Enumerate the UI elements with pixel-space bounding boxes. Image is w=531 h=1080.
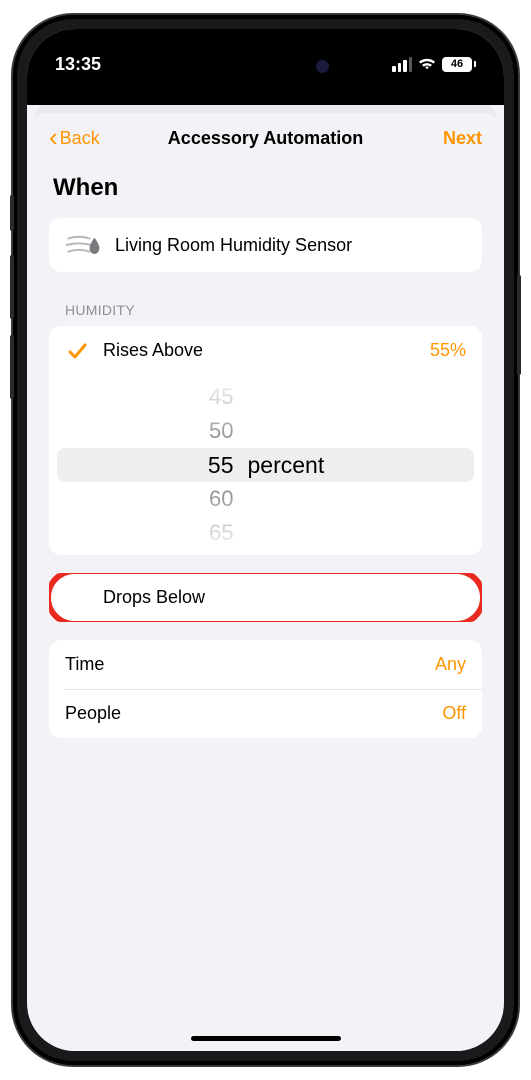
breadcrumb-label: Search xyxy=(54,1049,92,1051)
battery-level: 46 xyxy=(451,58,463,70)
humidity-picker[interactable]: 40455055606570 . . . percent . . . xyxy=(49,375,482,555)
sensor-row[interactable]: Living Room Humidity Sensor xyxy=(49,218,482,272)
status-indicators: 46 xyxy=(392,57,476,72)
chevron-left-icon: ◀︎ xyxy=(43,1049,52,1051)
wifi-icon xyxy=(418,57,436,71)
sensor-name: Living Room Humidity Sensor xyxy=(115,235,352,256)
picker-number-column[interactable]: 40455055606570 xyxy=(174,375,234,555)
next-button[interactable]: Next xyxy=(443,128,482,149)
content: When Living Room Humidity Sensor HUMIDIT… xyxy=(31,160,500,1051)
back-button[interactable]: ‹ Back xyxy=(49,127,100,150)
picker-value[interactable]: 60 xyxy=(174,482,234,516)
humidity-icon xyxy=(65,232,101,258)
time-row[interactable]: Time Any xyxy=(49,640,482,689)
side-button xyxy=(10,195,14,231)
drops-below-row[interactable]: Drops Below xyxy=(49,573,482,622)
drops-below-card: Drops Below xyxy=(49,573,482,622)
status-sub: ◀︎ Search xyxy=(27,89,504,105)
battery-indicator: 46 xyxy=(442,57,476,72)
breadcrumb-back[interactable]: ◀︎ Search xyxy=(43,1049,92,1051)
picker-value[interactable]: 70 xyxy=(174,550,234,555)
nav-bar: ‹ Back Accessory Automation Next xyxy=(31,113,500,160)
nav-title: Accessory Automation xyxy=(168,128,363,149)
checkmark-icon xyxy=(65,341,89,361)
side-button xyxy=(10,335,14,399)
picker-value[interactable]: 65 xyxy=(174,516,234,550)
screen: 13:35 46 ◀︎ Search xyxy=(27,29,504,1051)
camera-dot xyxy=(316,60,329,73)
rises-above-label: Rises Above xyxy=(103,340,203,361)
cellular-icon xyxy=(392,57,412,72)
home-indicator[interactable] xyxy=(191,1036,341,1041)
people-value: Off xyxy=(442,703,466,724)
rises-above-row[interactable]: Rises Above 55% xyxy=(49,326,482,375)
sensor-card: Living Room Humidity Sensor xyxy=(49,218,482,272)
side-button xyxy=(517,275,521,375)
picker-value[interactable]: 50 xyxy=(174,414,234,448)
people-row[interactable]: People Off xyxy=(49,689,482,738)
picker-value[interactable]: 55 xyxy=(174,448,234,482)
drops-below-label: Drops Below xyxy=(103,587,205,608)
chevron-left-icon: ‹ xyxy=(49,124,58,150)
humidity-card: Rises Above 55% 40455055606570 . . . xyxy=(49,326,482,555)
back-label: Back xyxy=(60,128,100,149)
group-label-humidity: HUMIDITY xyxy=(49,272,482,326)
picker-unit: percent xyxy=(248,448,358,482)
rises-above-value: 55% xyxy=(430,340,466,361)
side-button xyxy=(10,255,14,319)
section-heading: When xyxy=(49,168,482,218)
time-label: Time xyxy=(65,654,104,675)
people-label: People xyxy=(65,703,121,724)
picker-value[interactable]: 45 xyxy=(174,380,234,414)
phone-frame: 13:35 46 ◀︎ Search xyxy=(13,15,518,1065)
settings-card: Time Any People Off xyxy=(49,640,482,738)
dynamic-island xyxy=(191,47,341,85)
status-time: 13:35 xyxy=(55,54,101,75)
time-value: Any xyxy=(435,654,466,675)
